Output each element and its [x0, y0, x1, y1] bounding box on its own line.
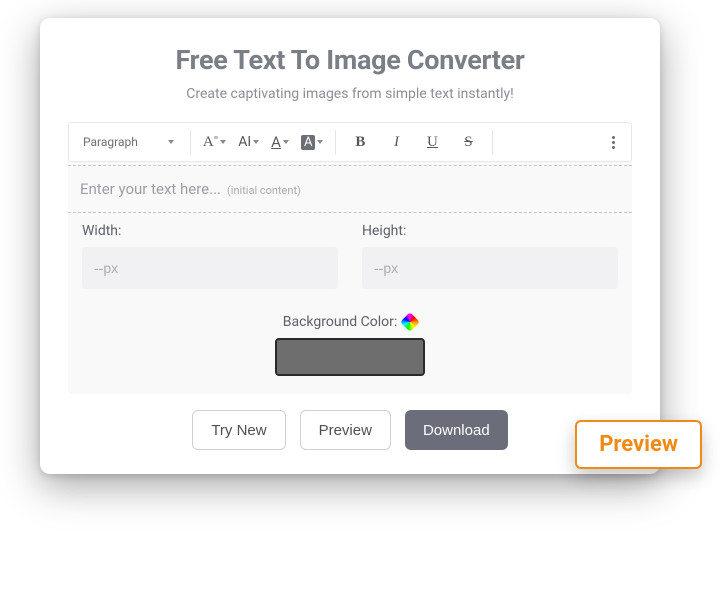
page-subtitle: Create captivating images from simple te…: [68, 86, 632, 102]
width-column: Width:: [82, 223, 338, 289]
text-color-icon: A: [271, 133, 281, 151]
width-label: Width:: [82, 223, 338, 239]
editor-toolbar: Paragraph A≡ AI A A: [68, 122, 632, 162]
highlight-icon: A: [301, 135, 315, 150]
text-color-button[interactable]: A: [269, 128, 291, 156]
kebab-icon: [612, 136, 615, 149]
font-size-icon: AI: [238, 134, 251, 150]
font-size-button[interactable]: AI: [236, 128, 261, 156]
text-format-group: B I U S: [342, 128, 486, 156]
more-button[interactable]: [599, 128, 627, 156]
height-label: Height:: [362, 223, 618, 239]
underline-icon: U: [427, 134, 438, 151]
editor-area: Paragraph A≡ AI A A: [68, 122, 632, 394]
chevron-down-icon: [283, 140, 289, 144]
chevron-down-icon: [168, 140, 174, 144]
font-style-group: A≡ AI A A: [197, 128, 330, 156]
background-color-label: Background Color:: [283, 314, 418, 330]
background-color-section: Background Color:: [68, 305, 632, 394]
paragraph-label: Paragraph: [83, 135, 138, 149]
height-column: Height:: [362, 223, 618, 289]
strike-button[interactable]: S: [454, 128, 482, 156]
toolbar-divider: [492, 130, 493, 154]
text-input[interactable]: Enter your text here... (initial content…: [68, 166, 632, 213]
italic-button[interactable]: I: [382, 128, 410, 156]
action-buttons: Try New Preview Download: [68, 410, 632, 450]
preview-badge: Preview: [575, 420, 702, 469]
height-input[interactable]: [362, 247, 618, 289]
preview-button[interactable]: Preview: [300, 410, 391, 450]
chevron-down-icon: [317, 140, 323, 144]
italic-icon: I: [394, 134, 399, 151]
download-button[interactable]: Download: [405, 410, 508, 450]
text-placeholder: Enter your text here...: [80, 180, 221, 198]
color-wheel-icon[interactable]: [400, 312, 420, 332]
highlight-button[interactable]: A: [299, 128, 325, 156]
text-hint: (initial content): [227, 184, 301, 197]
font-family-button[interactable]: A≡: [201, 128, 228, 156]
converter-card: Free Text To Image Converter Create capt…: [40, 18, 660, 474]
page-title: Free Text To Image Converter: [68, 44, 632, 76]
toolbar-divider: [190, 130, 191, 154]
bold-button[interactable]: B: [346, 128, 374, 156]
chevron-down-icon: [253, 140, 259, 144]
color-swatch[interactable]: [275, 338, 425, 376]
paragraph-select[interactable]: Paragraph: [73, 123, 184, 161]
chevron-down-icon: [220, 140, 226, 144]
width-input[interactable]: [82, 247, 338, 289]
font-family-icon: A≡: [203, 134, 218, 151]
toolbar-divider: [335, 130, 336, 154]
bold-icon: B: [355, 134, 365, 151]
try-new-button[interactable]: Try New: [192, 410, 285, 450]
strike-icon: S: [464, 134, 472, 151]
underline-button[interactable]: U: [418, 128, 446, 156]
dimensions-row: Width: Height:: [68, 213, 632, 305]
